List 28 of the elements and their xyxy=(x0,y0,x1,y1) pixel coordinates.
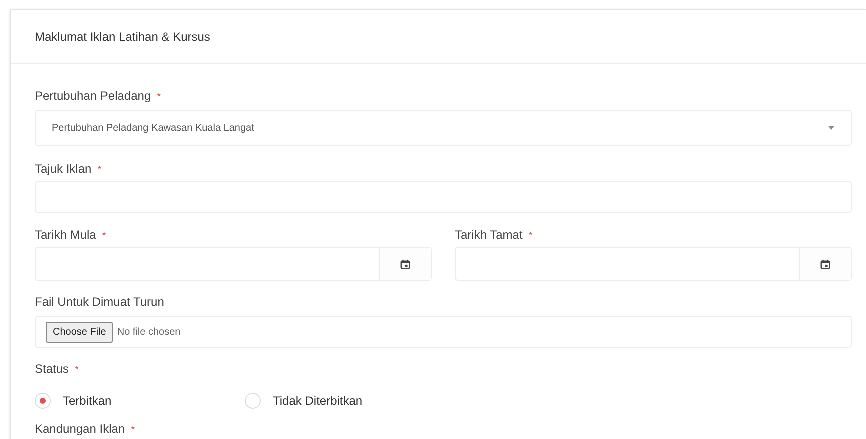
field-label: Status xyxy=(35,361,70,378)
required-mark: * xyxy=(75,364,79,378)
radio-label: Tidak Diterbitkan xyxy=(273,393,363,410)
required-mark: * xyxy=(102,230,106,244)
field-label: Fail Untuk Dimuat Turun xyxy=(35,294,164,311)
file-input[interactable]: Choose File No file chosen xyxy=(35,316,852,348)
radio-label: Terbitkan xyxy=(63,393,112,410)
select-field[interactable]: Pertubuhan Peladang Kawasan Kuala Langat xyxy=(35,110,852,146)
card-title: Maklumat Iklan Latihan & Kursus xyxy=(35,28,210,46)
required-mark: * xyxy=(131,424,135,438)
choose-file-button[interactable]: Choose File xyxy=(46,322,114,342)
calendar-icon[interactable] xyxy=(400,258,411,270)
calendar-icon[interactable] xyxy=(820,258,831,270)
radio-button[interactable] xyxy=(245,393,261,409)
dropdown-caret-icon xyxy=(828,126,835,130)
field-label: Pertubuhan Peladang xyxy=(35,88,152,105)
required-mark: * xyxy=(157,91,162,105)
field-label: Tarikh Mula xyxy=(35,227,96,244)
field-label: Tajuk Iklan xyxy=(35,161,92,178)
field-label: Kandungan Iklan xyxy=(35,421,126,438)
required-mark: * xyxy=(98,164,102,178)
date-input[interactable] xyxy=(35,247,432,281)
required-mark: * xyxy=(528,230,533,244)
radio-button[interactable] xyxy=(35,393,51,409)
select-value: Pertubuhan Peladang Kawasan Kuala Langat xyxy=(52,122,254,136)
field-label: Tarikh Tamat xyxy=(455,227,523,244)
date-input[interactable] xyxy=(455,247,852,281)
file-status: No file chosen xyxy=(117,326,181,340)
